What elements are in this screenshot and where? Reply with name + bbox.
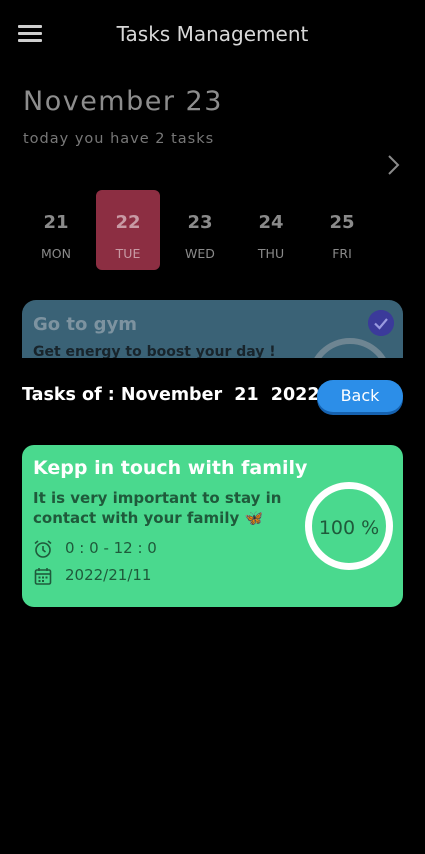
app-title: Tasks Management [116,22,309,46]
day-number: 24 [258,212,284,233]
day-item-23[interactable]: 23 WED [168,190,232,270]
day-weekday: WED [185,246,215,261]
day-number: 25 [329,212,355,233]
task-date: 2022/21/11 [65,566,152,584]
check-icon [368,310,394,336]
app-bar: Tasks Management [0,0,425,68]
progress-ring [308,338,392,358]
day-item-21[interactable]: 21 MON [24,190,88,270]
tasks-bottom-sheet: Tasks of : November 21 2022 Back Kepp in… [0,358,425,854]
progress-percent: 100 % [318,517,380,539]
day-number: 21 [43,212,69,233]
task-card-family[interactable]: Kepp in touch with family It is very imp… [22,445,403,607]
task-description: Get energy to boost your day ! [33,344,276,358]
chevron-right-icon[interactable] [382,152,404,178]
task-title: Go to gym [33,314,138,335]
day-selector: 21 MON 22 TUE 23 WED 24 THU 25 FRI [22,190,382,270]
date-heading: November 23 [23,86,223,117]
day-weekday: TUE [115,246,141,261]
task-time: 0 : 0 - 12 : 0 [65,539,157,557]
tasks-count-subtitle: today you have 2 tasks [23,131,215,147]
task-description: It is very important to stay in contact … [33,489,282,527]
day-weekday: MON [41,246,71,261]
sheet-title: Tasks of : November 21 2022 [22,385,320,405]
day-item-25[interactable]: 25 FRI [310,190,374,270]
day-item-22-selected[interactable]: 22 TUE [96,190,160,270]
day-item-24[interactable]: 24 THU [239,190,303,270]
progress-ring: 100 % [305,482,393,570]
day-weekday: THU [257,246,285,261]
task-title: Kepp in touch with family [33,457,308,479]
back-button[interactable]: Back [317,380,403,412]
calendar-icon [34,568,52,585]
task-card-gym[interactable]: Go to gym Get energy to boost your day ! [22,300,403,358]
day-weekday: FRI [332,246,352,261]
day-number: 23 [187,212,213,233]
day-number: 22 [115,212,141,233]
alarm-clock-icon [34,540,52,558]
